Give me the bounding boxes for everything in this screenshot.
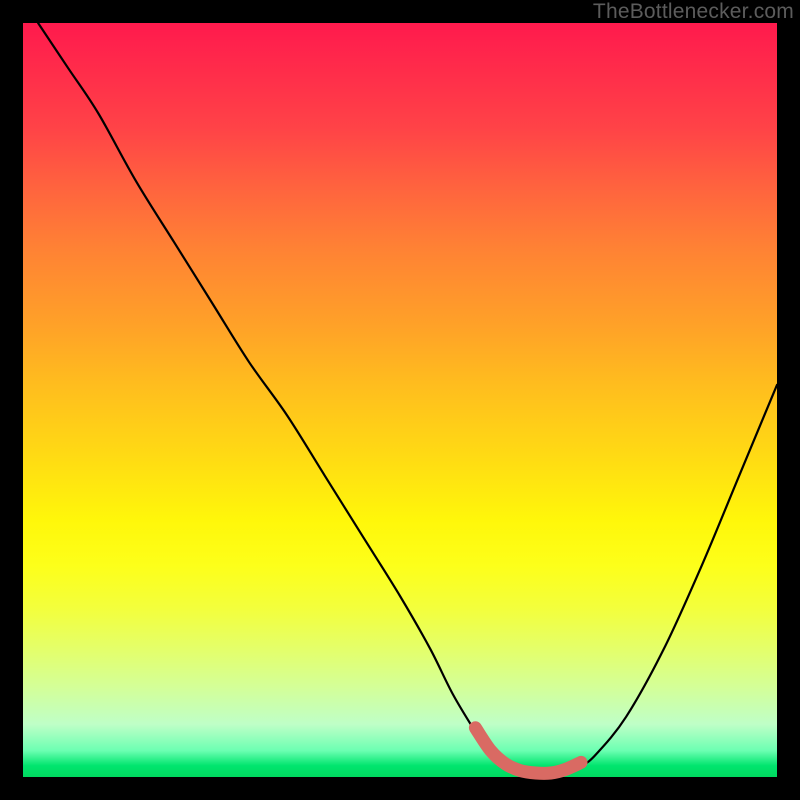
watermark-text: TheBottlenecker.com xyxy=(593,0,794,24)
plot-area xyxy=(23,23,777,777)
optimal-range-marker xyxy=(475,728,581,774)
bottleneck-curve xyxy=(38,23,777,777)
chart-frame: TheBottlenecker.com xyxy=(0,0,800,800)
curve-layer xyxy=(23,23,777,777)
